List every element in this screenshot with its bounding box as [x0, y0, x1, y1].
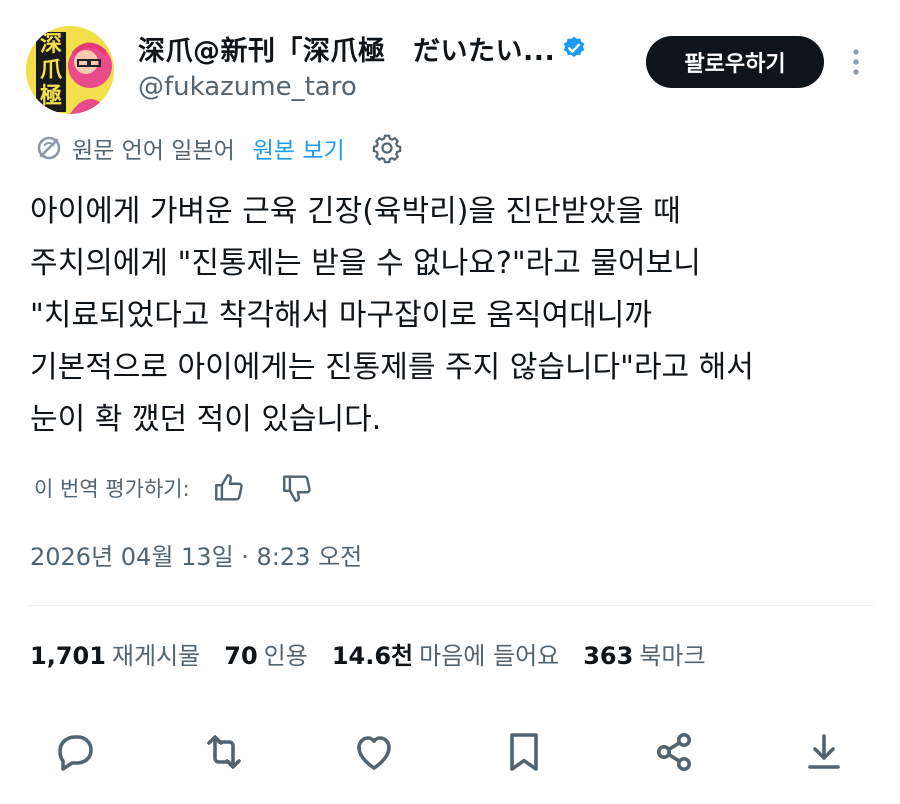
reply-icon	[58, 735, 93, 771]
verified-badge-icon	[563, 36, 585, 57]
tweet-line: 기본적으로 아이에게는 진통제를 주지 않습니다"라고 해서	[30, 350, 754, 385]
show-original-link[interactable]: 원본 보기	[253, 131, 345, 165]
tweet-line: 주치의에게 "진통제는 받을 수 없나요?"라고 물어보니	[30, 246, 701, 281]
stat-label: 인용	[263, 642, 308, 670]
stat-label: 마음에 들어요	[419, 642, 560, 670]
stat-label: 북마크	[639, 642, 706, 670]
stat-label: 재게시물	[111, 642, 201, 670]
name-row[interactable]: 深爪@新刊「深爪極 だいたい...	[138, 28, 587, 68]
bookmark-icon	[510, 733, 538, 771]
timestamp[interactable]: 2026년 04월 13일 · 8:23 오전	[30, 537, 362, 572]
translate-icon	[37, 136, 61, 160]
share-button[interactable]	[650, 728, 698, 776]
avatar[interactable]: 深爪極	[26, 26, 114, 114]
stat-reposts[interactable]: 1,701 재게시물	[30, 636, 200, 671]
display-name[interactable]: 深爪@新刊「深爪極 だいたい...	[138, 29, 555, 68]
action-bar	[0, 728, 900, 780]
reply-button[interactable]	[50, 728, 98, 776]
tweet-line: "치료되었다고 착각해서 마구잡이로 움직여대니까	[30, 298, 653, 333]
stat-value: 363	[583, 642, 634, 670]
stat-likes[interactable]: 14.6천 마음에 들어요	[332, 636, 559, 671]
download-button[interactable]	[800, 728, 848, 776]
rate-translation-row: 이 번역 평가하기:	[34, 470, 314, 506]
thumbs-up-icon[interactable]	[212, 471, 246, 505]
tweet-line: 아이에게 가벼운 근육 긴장(육박리)을 진단받았을 때	[30, 194, 681, 229]
handle[interactable]: @fukazume_taro	[138, 72, 357, 102]
download-icon	[808, 734, 840, 769]
like-button[interactable]	[350, 728, 398, 776]
stat-value: 14.6천	[331, 642, 414, 670]
stats-row: 1,701 재게시물 70 인용 14.6천 마음에 들어요 363 북마크	[30, 636, 730, 671]
avatar-logo-text: 深爪極	[39, 32, 62, 109]
like-icon	[357, 736, 391, 770]
repost-icon	[207, 735, 241, 769]
tweet-line: 눈이 확 깼던 적이 있습니다.	[30, 402, 382, 437]
stat-value: 1,701	[30, 642, 106, 670]
translation-row: 원문 언어 일본어 원본 보기	[34, 130, 403, 166]
rate-translation-label: 이 번역 평가하기:	[34, 477, 190, 501]
more-icon[interactable]	[846, 44, 866, 80]
stat-value: 70	[224, 642, 258, 670]
tweet-text: 아이에게 가벼운 근육 긴장(육박리)을 진단받았을 때 주치의에게 "진통제는…	[30, 186, 870, 446]
thumbs-down-icon[interactable]	[280, 471, 314, 505]
gear-icon[interactable]	[371, 132, 403, 164]
repost-button[interactable]	[200, 728, 248, 776]
bookmark-button[interactable]	[500, 728, 548, 776]
follow-button[interactable]: 팔로우하기	[646, 36, 824, 88]
share-icon	[657, 733, 691, 771]
translation-source-text: 원문 언어 일본어	[72, 138, 235, 164]
stat-bookmarks[interactable]: 363 북마크	[583, 636, 705, 671]
stat-quotes[interactable]: 70 인용	[224, 636, 308, 671]
divider	[28, 605, 874, 606]
